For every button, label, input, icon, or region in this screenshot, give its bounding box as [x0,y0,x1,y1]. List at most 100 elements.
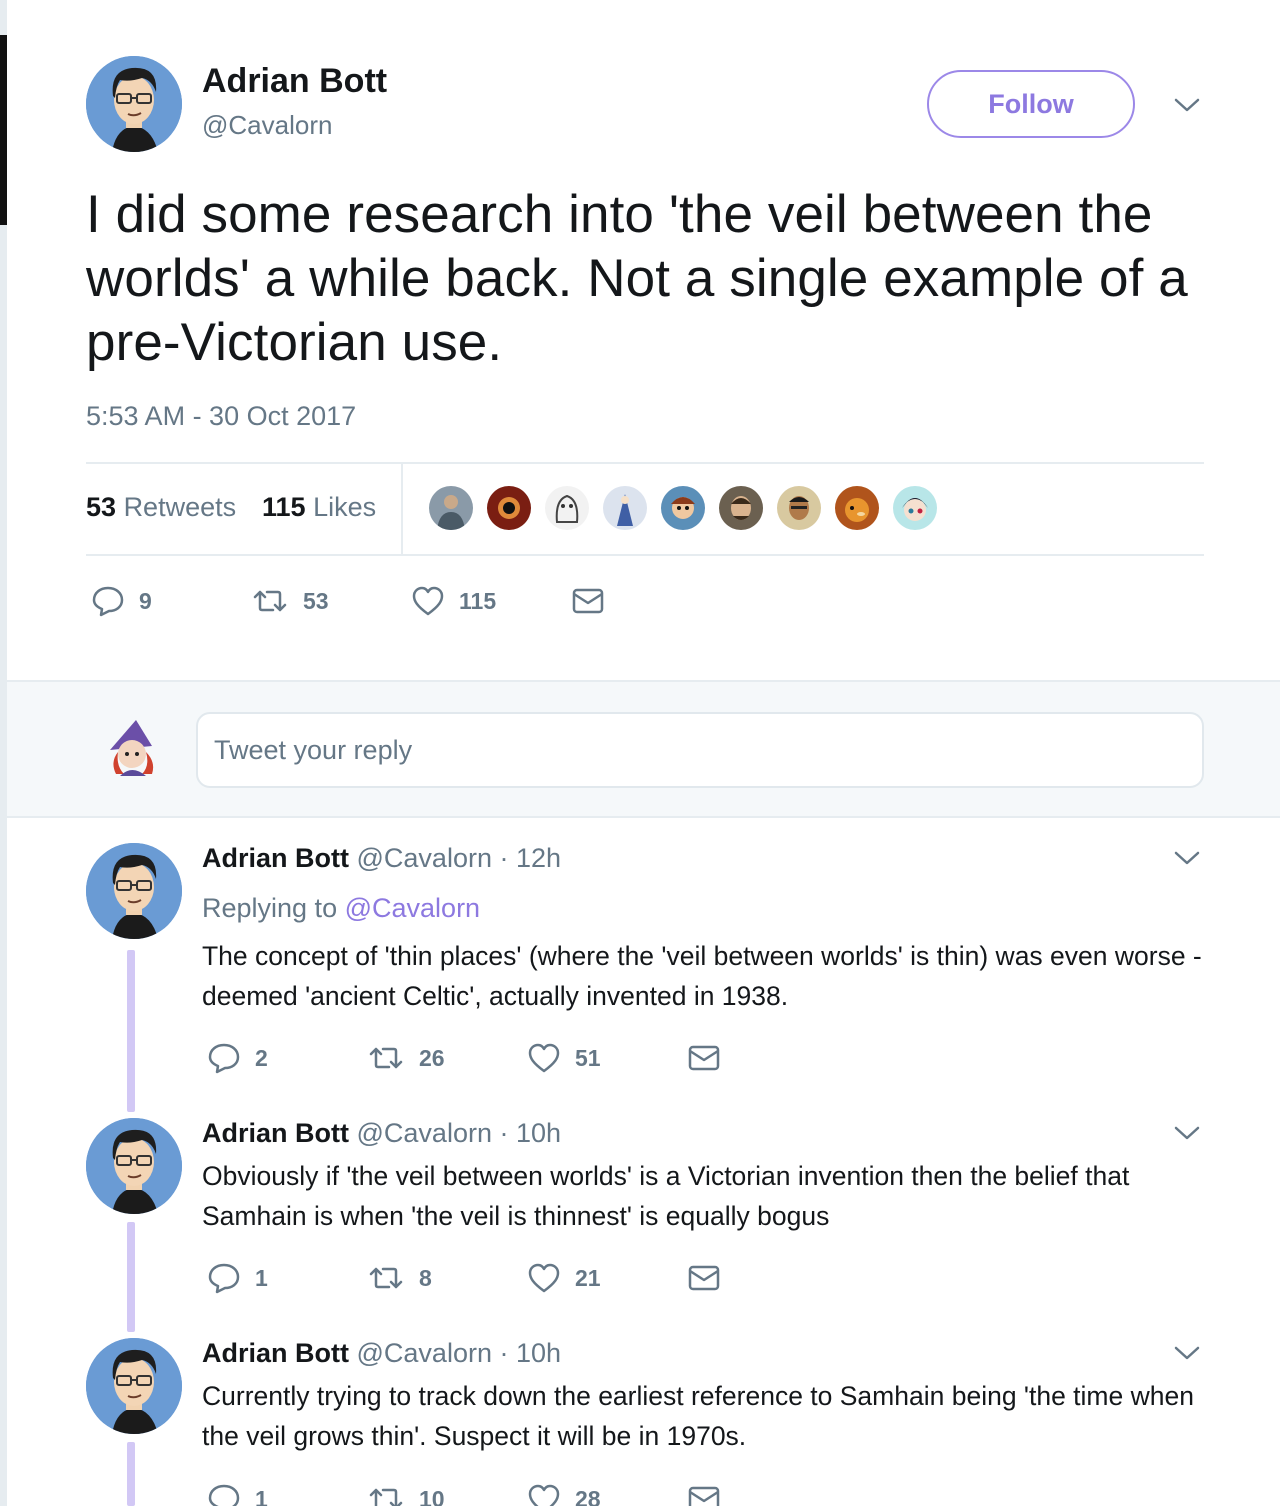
reply-icon [91,584,125,618]
retweet-icon [367,1263,405,1293]
reply-text: Currently trying to track down the earli… [202,1381,1194,1451]
chevron-down-icon[interactable] [1172,1123,1202,1143]
reply-count: 1 [255,1485,268,1506]
reply-header: Adrian Bott @Cavalorn · 12h [202,843,561,874]
likes-stat[interactable]: 115 Likes [262,492,376,523]
envelope-icon [687,1044,721,1072]
tweet-actions: 2 26 51 [207,1041,721,1075]
reply-time[interactable]: · 12h [499,843,561,873]
reply-composer [7,680,1280,818]
message-action[interactable] [687,1044,721,1072]
window-left-edge [0,0,7,1506]
stats-divider [86,554,1204,556]
author-avatar[interactable] [86,843,182,939]
like-count: 21 [575,1264,601,1291]
heart-icon [527,1483,561,1506]
retweet-count: 26 [419,1044,445,1071]
retweet-count: 8 [419,1264,432,1291]
reply-author-name[interactable]: Adrian Bott [202,1118,349,1148]
like-count: 51 [575,1044,601,1071]
envelope-icon [687,1264,721,1292]
author-name[interactable]: Adrian Bott [202,62,387,101]
reply-text: The concept of 'thin places' (where the … [202,941,1202,1011]
like-count: 115 [459,587,497,614]
reply-header: Adrian Bott @Cavalorn · 10h [202,1118,561,1149]
reply-text: Obviously if 'the veil between worlds' i… [202,1161,1130,1231]
reply-author-name[interactable]: Adrian Bott [202,843,349,873]
like-action[interactable]: 28 [527,1483,687,1506]
follow-button[interactable]: Follow [927,70,1135,138]
envelope-icon [571,587,605,615]
tweet-actions: 1 10 28 [207,1482,721,1506]
replying-to-label: Replying to [202,893,338,923]
reply-count: 9 [139,587,152,614]
like-action[interactable]: 21 [527,1262,687,1294]
reply-action[interactable]: 9 [91,584,251,618]
message-action[interactable] [687,1485,721,1506]
reply-author-handle[interactable]: @Cavalorn [357,843,492,873]
reply-author-name[interactable]: Adrian Bott [202,1338,349,1368]
author-avatar[interactable] [86,1118,182,1214]
reply-input[interactable] [196,712,1204,788]
message-action[interactable] [687,1264,721,1292]
tweet-actions: 1 8 21 [207,1261,721,1295]
likers-avatars [427,484,939,532]
replying-to-mention[interactable]: @Cavalorn [345,893,480,923]
like-count: 28 [575,1485,601,1506]
liker-avatar[interactable] [601,484,649,532]
current-user-avatar[interactable] [102,716,166,780]
tweet-timestamp[interactable]: 5:53 AM - 30 Oct 2017 [86,401,356,432]
reply-action[interactable]: 1 [207,1261,367,1295]
window-edge-bar [0,35,7,225]
liker-avatar[interactable] [833,484,881,532]
reply-icon [207,1041,241,1075]
reply-author-handle[interactable]: @Cavalorn [357,1118,492,1148]
retweets-stat[interactable]: 53 Retweets [86,492,236,523]
reply-icon [207,1482,241,1506]
like-action[interactable]: 51 [527,1042,687,1074]
retweet-action[interactable]: 10 [367,1484,527,1506]
retweet-action[interactable]: 26 [367,1043,527,1073]
author-avatar[interactable] [86,1338,182,1434]
heart-icon [411,585,445,617]
author-avatar[interactable] [86,56,182,152]
main-tweet: Adrian Bott @Cavalorn Follow I did some … [7,0,1280,678]
stats-separator [401,463,403,555]
likes-stat-count: 115 [262,492,306,522]
reply-icon [207,1261,241,1295]
liker-avatar[interactable] [485,484,533,532]
retweets-stat-count: 53 [86,492,117,522]
reply-author-handle[interactable]: @Cavalorn [357,1338,492,1368]
reply-time[interactable]: · 10h [499,1118,561,1148]
replying-to: Replying to @Cavalorn [202,893,480,924]
reply-tweet[interactable]: Adrian Bott @Cavalorn · 12h Replying to … [7,843,1280,1083]
liker-avatar[interactable] [891,484,939,532]
retweets-stat-label: Retweets [123,492,237,522]
liker-avatar[interactable] [543,484,591,532]
chevron-down-icon[interactable] [1172,95,1202,115]
message-action[interactable] [571,587,605,615]
reply-tweet[interactable]: Adrian Bott @Cavalorn · 10h Obviously if… [7,1118,1280,1328]
retweet-icon [367,1043,405,1073]
reply-tweet[interactable]: Adrian Bott @Cavalorn · 10h Currently tr… [7,1338,1280,1506]
reply-action[interactable]: 1 [207,1482,367,1506]
heart-icon [527,1042,561,1074]
chevron-down-icon[interactable] [1172,848,1202,868]
retweet-icon [367,1484,405,1506]
likes-stat-label: Likes [313,492,377,522]
liker-avatar[interactable] [427,484,475,532]
reply-count: 1 [255,1264,268,1291]
liker-avatar[interactable] [659,484,707,532]
retweet-action[interactable]: 8 [367,1263,527,1293]
author-handle[interactable]: @Cavalorn [202,110,332,141]
liker-avatar[interactable] [717,484,765,532]
tweet-actions: 9 53 115 [91,584,605,618]
retweet-action[interactable]: 53 [251,586,411,616]
reply-time[interactable]: · 10h [499,1338,561,1368]
chevron-down-icon[interactable] [1172,1343,1202,1363]
reply-header: Adrian Bott @Cavalorn · 10h [202,1338,561,1369]
tweet-text: I did some research into 'the veil betwe… [86,185,1188,372]
like-action[interactable]: 115 [411,585,571,617]
reply-action[interactable]: 2 [207,1041,367,1075]
liker-avatar[interactable] [775,484,823,532]
